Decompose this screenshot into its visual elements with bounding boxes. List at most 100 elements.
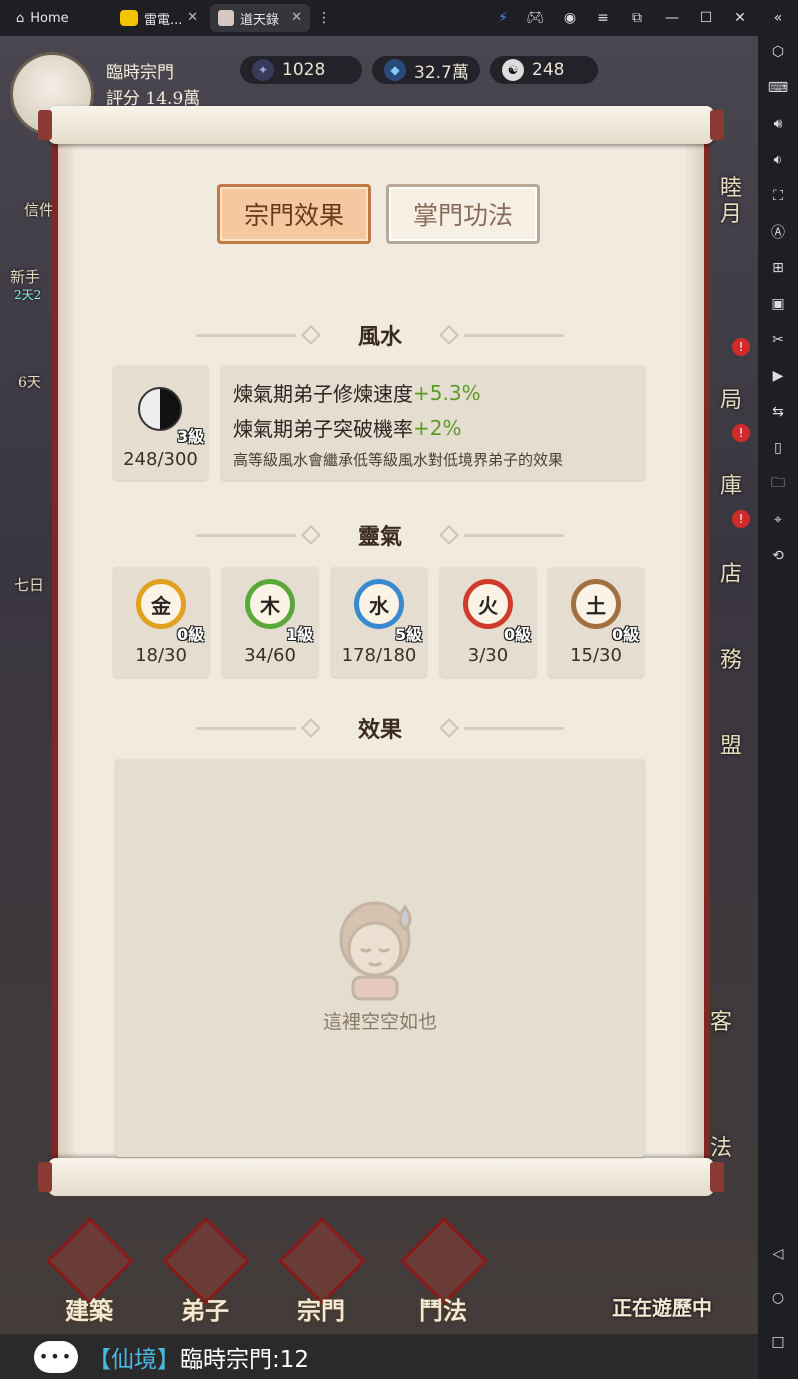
close-icon[interactable]: ✕ [187,10,198,25]
more-icon[interactable]: ⋮ [314,8,334,28]
notification-dot: ! [732,338,750,356]
shake-icon[interactable]: ▯ [766,436,790,460]
effect-text: 煉氣期弟子突破機率 [233,417,413,441]
settings-icon[interactable]: ⬡ [766,40,790,64]
collapse-icon[interactable]: « [766,6,790,30]
tab-bar: ⌂ Home 雷電... ✕ 道天錄 ✕ ⋮ ⚡ 🎮︎ ◉ ≡ ⧉ — ☐ ✕ [0,0,798,36]
event-timer: 6天 [18,375,41,391]
lingqi-card[interactable]: 水 5級 178/180 [331,567,427,677]
element-level: 1級 [286,625,314,644]
location-icon[interactable]: ⌖ [766,508,790,532]
seven-day-label[interactable]: 七日 [14,574,44,595]
account-icon[interactable]: ◉ [560,8,580,28]
boost-icon[interactable]: ⚡ [493,8,513,28]
chat-bar[interactable]: ••• 【仙境】 臨時宗門:12 [0,1334,758,1379]
tab-daotianlu[interactable]: 道天錄 ✕ [210,4,310,32]
folder-icon[interactable]: 🗀 [766,472,790,496]
scroll-rod-top [38,106,724,144]
right-label[interactable]: 店 [720,556,742,588]
element-progress: 178/180 [341,645,417,666]
element-glyph: 金 [151,593,171,618]
notification-dot: ! [732,424,750,442]
fengshui-progress: 248/300 [123,449,198,470]
tab-label: 雷電... [144,12,183,28]
yinyang-icon: ☯ [502,59,524,81]
yinyang-icon [138,387,182,431]
tab-home[interactable]: ⌂ Home [8,4,106,32]
chat-channel: 【仙境】 [88,1346,180,1373]
keyboard-icon[interactable]: ⌨ [766,76,790,100]
effect-value: +2% [413,415,462,440]
right-label[interactable]: 客 [710,1004,732,1036]
right-label[interactable]: 月 [720,196,742,228]
lingqi-card[interactable]: 火 0級 3/30 [440,567,536,677]
rotate-icon[interactable]: ⟲ [766,544,790,568]
fengshui-level: 3級 [177,427,205,446]
spirit-stone-icon: ✦ [252,59,274,81]
travel-status[interactable]: 正在遊歷中 [612,1292,712,1321]
record-icon[interactable]: ▶ [766,364,790,388]
section-header-lingqi: 靈氣 [184,520,576,550]
empty-text: 這裡空空如也 [322,1011,437,1033]
effect-text: 煉氣期弟子修煉速度 [233,382,413,406]
lingqi-card[interactable]: 土 0級 15/30 [548,567,644,677]
apk-icon[interactable]: ▣ [766,292,790,316]
maximize-icon[interactable]: ☐ [696,8,716,28]
recents-icon[interactable]: □ [766,1330,790,1354]
gamepad-icon[interactable]: 🎮︎ [525,8,545,28]
chat-bubble-icon[interactable]: ••• [34,1340,78,1373]
fengshui-card[interactable]: 3級 248/300 [113,365,208,480]
nav-buildings[interactable]: 建築 [34,1217,144,1326]
sect-name: 臨時宗門 [106,63,174,83]
tab-label: 道天錄 [240,12,280,28]
section-title: 效果 [357,717,402,743]
newbie-timer: 2天2 [14,288,42,302]
right-label[interactable]: 盟 [720,728,742,760]
volume-up-icon[interactable]: 🔊︎ [766,112,790,136]
empty-state-girl-icon [339,901,412,1001]
element-progress: 3/30 [467,645,509,666]
element-glyph: 木 [260,593,280,618]
right-label[interactable]: 庫 [720,468,742,500]
section-title: 風水 [357,324,402,350]
tab-master-skills[interactable]: 掌門功法 [386,184,540,244]
add-app-icon[interactable]: ⊞ [766,256,790,280]
resize-icon[interactable]: ⧉ [627,8,647,28]
right-label[interactable]: 務 [720,642,742,674]
scissors-icon[interactable]: ✂ [766,328,790,352]
volume-down-icon[interactable]: 🔉︎ [766,148,790,172]
nav-sect[interactable]: 宗門 [266,1217,376,1326]
close-icon[interactable]: ✕ [291,10,302,25]
right-label[interactable]: 法 [710,1130,732,1162]
fullscreen-icon[interactable]: ⛶ [766,184,790,208]
resource-crystal: ◆ 32.7萬 [372,56,480,84]
close-window-icon[interactable]: ✕ [730,8,750,28]
section-header-effects: 效果 [184,713,576,743]
home-icon: ⌂ [16,10,25,26]
effects-list: 這裡空空如也 [115,759,645,1157]
minimize-icon[interactable]: — [662,8,682,28]
element-progress: 15/30 [570,645,622,666]
auto-icon[interactable]: Ⓐ [766,220,790,244]
back-icon[interactable]: ◁ [766,1242,790,1266]
gamepad-icon [120,10,138,26]
element-level: 0級 [612,625,640,644]
right-label[interactable]: 局 [720,382,742,414]
nav-duel[interactable]: 鬥法 [388,1217,498,1326]
newbie-label[interactable]: 新手 [10,266,40,287]
element-level: 5級 [395,625,423,644]
menu-icon[interactable]: ≡ [593,8,613,28]
sync-icon[interactable]: ⇆ [766,400,790,424]
section-title: 靈氣 [357,524,402,550]
nav-disciples[interactable]: 弟子 [150,1217,260,1326]
element-glyph: 土 [586,593,606,618]
scroll-rod-bottom [38,1158,724,1196]
home-nav-icon[interactable]: ○ [766,1286,790,1310]
tab-leidian[interactable]: 雷電... ✕ [112,4,206,32]
lingqi-card[interactable]: 金 0級 18/30 [113,567,209,677]
resource-spirit: ✦ 1028 [240,56,362,84]
mail-label[interactable]: 信件 [24,199,54,220]
lingqi-card[interactable]: 木 1級 34/60 [222,567,318,677]
tab-sect-effects[interactable]: 宗門效果 [217,184,371,244]
crystal-icon: ◆ [384,59,406,81]
